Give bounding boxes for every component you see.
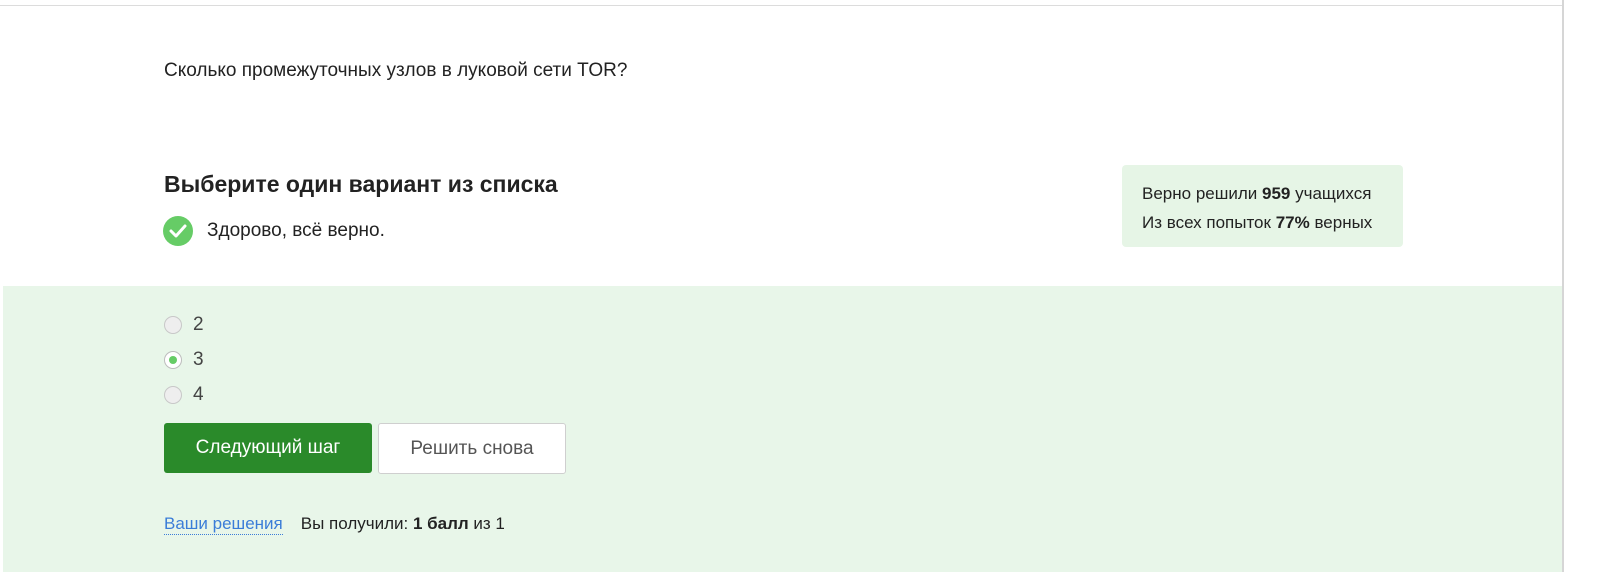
radio-button-selected[interactable]	[164, 350, 182, 369]
stats-panel: Верно решили 959 учащихся Из всех попыто…	[1122, 165, 1403, 247]
top-divider	[0, 5, 1562, 6]
instruction-heading: Выберите один вариант из списка	[164, 171, 558, 197]
option-label: 3	[193, 348, 204, 370]
radio-dot-icon	[169, 355, 177, 364]
option-3[interactable]: 3	[164, 342, 204, 377]
step-page: Сколько промежуточных узлов в луковой се…	[0, 0, 1617, 572]
retry-button[interactable]: Решить снова	[378, 423, 566, 474]
stats-attempts: Из всех попыток 77% верных	[1142, 208, 1403, 237]
stats-solved-prefix: Верно решили	[1142, 184, 1262, 203]
radio-button[interactable]	[164, 385, 182, 404]
score-prefix: Вы получили:	[300, 514, 413, 533]
stats-solved-suffix: учащихся	[1290, 184, 1372, 203]
stats-attempts-suffix: верных	[1309, 213, 1373, 232]
score-text: Вы получили: 1 балл из 1	[301, 514, 505, 534]
stats-attempts-percent: 77%	[1275, 213, 1310, 232]
your-solutions-link[interactable]: Ваши решения	[164, 514, 283, 535]
radio-button[interactable]	[164, 315, 182, 334]
stats-attempts-prefix: Из всех попыток	[1142, 213, 1276, 232]
option-2[interactable]: 2	[164, 307, 204, 342]
feedback-message: Здорово, всё верно.	[163, 216, 385, 246]
options-list: 2 3 4	[164, 307, 204, 412]
option-label: 2	[193, 313, 204, 335]
option-label: 4	[193, 383, 204, 405]
stats-solved: Верно решили 959 учащихся	[1142, 179, 1403, 208]
feedback-text: Здорово, всё верно.	[207, 220, 385, 241]
stats-solved-count: 959	[1262, 184, 1291, 203]
check-circle-icon	[163, 216, 193, 246]
score-suffix: из 1	[468, 514, 505, 533]
footer-bar: Ваши решения Вы получили: 1 балл из 1	[164, 514, 505, 535]
option-4[interactable]: 4	[164, 377, 204, 412]
score-value: 1 балл	[412, 514, 469, 533]
question-text: Сколько промежуточных узлов в луковой се…	[164, 60, 628, 81]
next-step-button[interactable]: Следующий шаг	[164, 423, 372, 473]
scrollbar-track[interactable]	[1562, 0, 1564, 572]
